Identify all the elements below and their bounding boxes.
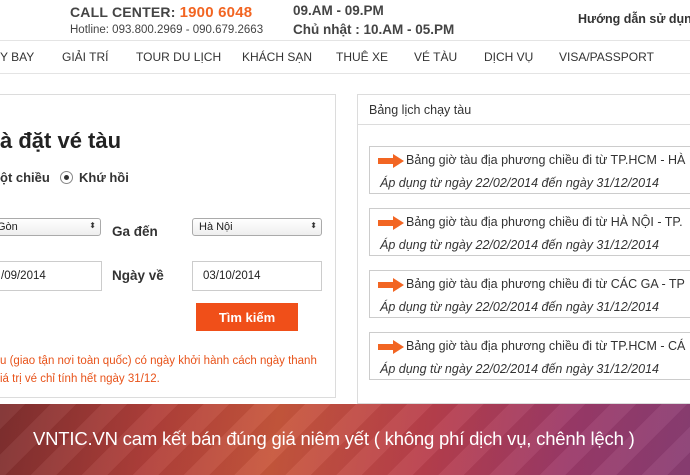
hotline-text: Hotline: 093.800.2969 - 090.679.2663 <box>70 24 264 36</box>
chevron-updown-icon: ⬍ <box>89 221 96 230</box>
call-center: CALL CENTER: 1900 6048 <box>70 4 252 21</box>
right-arrow-icon <box>378 278 404 292</box>
chevron-updown-icon: ⬍ <box>310 221 317 230</box>
nav-item-hotel[interactable]: KHÁCH SẠN <box>242 50 312 64</box>
main-nav: Y BAY GIẢI TRÍ TOUR DU LỊCH KHÁCH SẠN TH… <box>0 40 690 74</box>
promo-banner-text: VNTIC.VN cam kết bán đúng giá niêm yết (… <box>33 428 635 449</box>
nav-item-services[interactable]: DỊCH VỤ <box>484 50 533 64</box>
schedule-item-date: Áp dụng từ ngày 22/02/2014 đến ngày 31/1… <box>380 300 659 314</box>
nav-item-visa[interactable]: VISA/PASSPORT <box>559 50 654 64</box>
schedule-title: Bảng lịch chạy tàu <box>369 103 472 117</box>
schedule-item-link[interactable]: Bảng giờ tàu địa phương chiều đi từ CÁC … <box>406 277 685 291</box>
to-station-label: Ga đến <box>112 224 158 239</box>
to-station-value: Hà Nội <box>199 221 233 233</box>
nav-item-entertainment[interactable]: GIẢI TRÍ <box>62 50 108 64</box>
nav-item-train-ticket[interactable]: VÉ TÀU <box>414 50 457 64</box>
schedule-item-date: Áp dụng từ ngày 22/02/2014 đến ngày 31/1… <box>380 362 659 376</box>
top-header: CALL CENTER: 1900 6048 Hotline: 093.800.2… <box>0 0 690 40</box>
schedule-item[interactable]: Bảng giờ tàu địa phương chiều đi từ CÁC … <box>369 270 690 318</box>
call-center-number[interactable]: 1900 6048 <box>180 4 253 21</box>
hours-sunday: Chủ nhật : 10.AM - 05.PM <box>293 22 455 37</box>
schedule-header: Bảng lịch chạy tàu <box>358 95 690 125</box>
right-arrow-icon <box>378 154 404 168</box>
from-station-select[interactable]: Gòn ⬍ <box>0 218 101 236</box>
nav-item-flight[interactable]: Y BAY <box>0 50 34 64</box>
nav-item-tour[interactable]: TOUR DU LỊCH <box>136 50 221 64</box>
right-arrow-icon <box>378 216 404 230</box>
hours-weekday: 09.AM - 09.PM <box>293 3 384 18</box>
booking-note-line1: u (giao tận nơi toàn quốc) có ngày khởi … <box>0 355 317 367</box>
schedule-item[interactable]: Bảng giờ tàu địa phương chiều đi từ HÀ N… <box>369 208 690 256</box>
schedule-item-link[interactable]: Bảng giờ tàu địa phương chiều đi từ HÀ N… <box>406 215 683 229</box>
search-button[interactable]: Tìm kiếm <box>196 303 298 331</box>
one-way-option[interactable]: ột chiều <box>0 170 50 185</box>
round-trip-label[interactable]: Khứ hồi <box>79 170 129 185</box>
promo-banner: VNTIC.VN cam kết bán đúng giá niêm yết (… <box>0 404 690 475</box>
schedule-item-link[interactable]: Bảng giờ tàu địa phương chiều đi từ TP.H… <box>406 339 685 353</box>
return-date-input[interactable] <box>192 261 322 291</box>
right-arrow-icon <box>378 340 404 354</box>
user-guide-link[interactable]: Hướng dẫn sử dụn <box>578 12 690 26</box>
schedule-item-date: Áp dụng từ ngày 22/02/2014 đến ngày 31/1… <box>380 238 659 252</box>
schedule-item-link[interactable]: Bảng giờ tàu địa phương chiều đi từ TP.H… <box>406 153 685 167</box>
booking-title: à đặt vé tàu <box>0 128 122 153</box>
schedule-item-date: Áp dụng từ ngày 22/02/2014 đến ngày 31/1… <box>380 176 659 190</box>
nav-item-car-rental[interactable]: THUÊ XE <box>336 50 388 64</box>
schedule-item[interactable]: Bảng giờ tàu địa phương chiều đi từ TP.H… <box>369 146 690 194</box>
booking-note-line2: iá trị vé chỉ tính hết ngày 31/12. <box>0 373 160 385</box>
from-station-value: Gòn <box>0 221 18 233</box>
schedule-item[interactable]: Bảng giờ tàu địa phương chiều đi từ TP.H… <box>369 332 690 380</box>
depart-date-input[interactable] <box>0 261 102 291</box>
round-trip-radio[interactable] <box>60 171 73 184</box>
train-schedule-panel: Bảng lịch chạy tàu Bảng giờ tàu địa phươ… <box>357 94 690 404</box>
call-center-label: CALL CENTER: <box>70 4 176 20</box>
to-station-select[interactable]: Hà Nội ⬍ <box>192 218 322 236</box>
return-date-label: Ngày về <box>112 268 164 283</box>
